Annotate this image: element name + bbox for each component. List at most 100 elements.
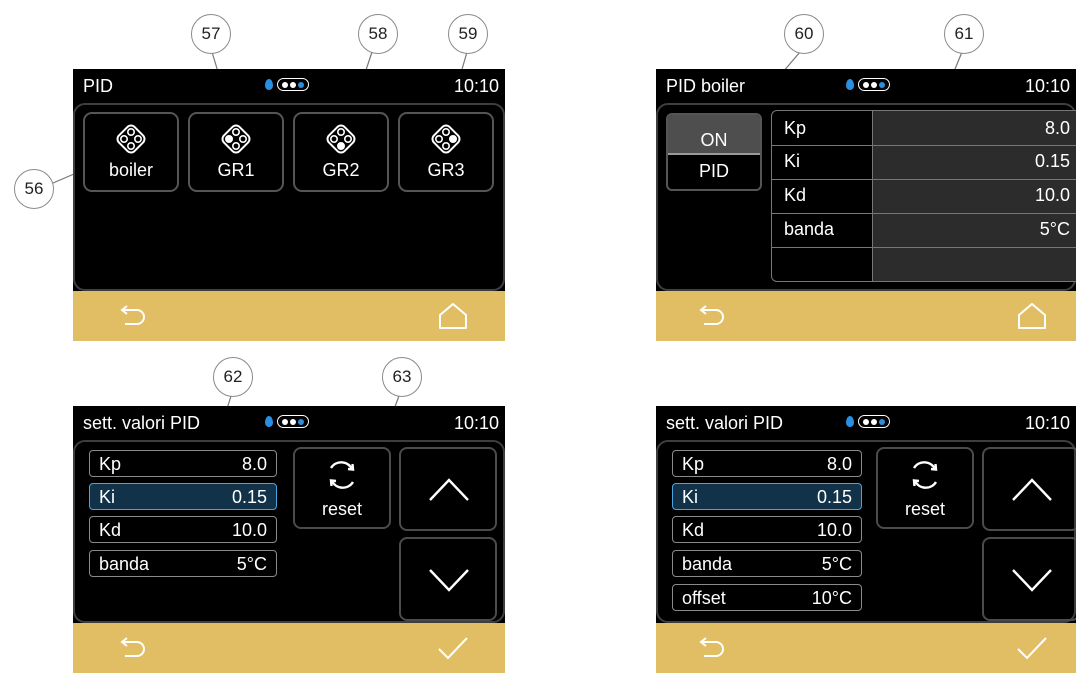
param-label: Kd (784, 185, 807, 205)
group2-icon (326, 124, 356, 154)
param-field-banda[interactable]: banda 5°C (672, 550, 862, 577)
content-area: Kp 8.0 Ki 0.15 Kd 10.0 banda 5°C offset … (656, 440, 1076, 623)
param-value: 10.0 (1034, 185, 1070, 205)
reset-icon (912, 461, 938, 489)
param-label: Ki (682, 487, 699, 507)
status-bar: sett. valori PID 10:10 (73, 406, 505, 440)
reset-label: reset (321, 499, 363, 519)
chevron-down-icon (429, 569, 469, 592)
status-indicator (846, 78, 890, 91)
pid-toggle[interactable]: ON PID (666, 113, 762, 191)
toggle-on-label: ON (700, 130, 728, 150)
param-field-banda[interactable]: banda 5°C (89, 550, 277, 577)
screen-pid-boiler: PID boiler 10:10 ON PID Kp 8.0 Ki 0.15 K… (656, 69, 1076, 341)
param-field-offset[interactable]: offset 10°C (672, 584, 862, 611)
param-value: 8.0 (241, 454, 267, 474)
reset-label: reset (904, 499, 946, 519)
param-label: Kp (784, 118, 807, 138)
reset-button[interactable]: reset (293, 447, 391, 529)
chevron-down-icon (1012, 569, 1052, 592)
group1-icon (221, 124, 251, 154)
tile-gr3[interactable]: GR3 (398, 112, 494, 192)
tile-label: GR1 (217, 160, 255, 180)
callout-59: 59 (448, 14, 488, 54)
table-row[interactable]: Kp 8.0 (772, 111, 1076, 146)
screen-title: sett. valori PID (83, 413, 201, 433)
tile-boiler[interactable]: boiler (83, 112, 179, 192)
boiler-icon (116, 124, 146, 154)
status-indicator (265, 415, 309, 428)
screen-title: PID (83, 76, 114, 96)
param-field-kp[interactable]: Kp 8.0 (672, 450, 862, 477)
drop-icon (846, 416, 854, 427)
param-value: 5°C (821, 554, 852, 574)
callout-56: 56 (14, 169, 54, 209)
screen-pid-settings: sett. valori PID 10:10 Kp 8.0 Ki 0.15 Kd… (73, 406, 505, 673)
content-area: ON PID Kp 8.0 Ki 0.15 Kd 10.0 banda 5°C (656, 103, 1076, 291)
param-field-ki[interactable]: Ki 0.15 (89, 483, 277, 510)
toggle-on-state[interactable]: ON (668, 115, 760, 153)
pid-param-table: Kp 8.0 Ki 0.15 Kd 10.0 banda 5°C (771, 110, 1076, 282)
reset-button[interactable]: reset (876, 447, 974, 529)
screen-title: sett. valori PID (666, 413, 784, 433)
reset-icon (329, 461, 355, 489)
table-row[interactable]: Ki 0.15 (772, 145, 1076, 180)
param-value: 10.0 (816, 520, 852, 540)
scroll-down-button[interactable] (982, 537, 1076, 621)
drop-icon (265, 416, 273, 427)
param-value: 0.15 (1034, 151, 1070, 171)
param-field-kp[interactable]: Kp 8.0 (89, 450, 277, 477)
param-value: 5°C (1039, 219, 1070, 239)
status-bar: PID 10:10 (73, 69, 505, 103)
clock: 10:10 (453, 413, 499, 433)
battery-indicator-icon (858, 415, 890, 428)
tile-label: GR2 (322, 160, 360, 180)
table-row[interactable]: banda 5°C (772, 213, 1076, 248)
tile-label: GR3 (427, 160, 465, 180)
param-value: 10°C (811, 588, 852, 608)
back-arrow-icon[interactable] (117, 305, 149, 329)
screen-pid-settings-offset: sett. valori PID 10:10 Kp 8.0 Ki 0.15 Kd… (656, 406, 1076, 673)
callout-63: 63 (382, 357, 422, 397)
back-arrow-icon[interactable] (117, 637, 149, 661)
back-arrow-icon[interactable] (696, 637, 728, 661)
home-icon[interactable] (437, 302, 469, 330)
status-indicator (265, 78, 309, 91)
check-icon[interactable] (437, 635, 469, 661)
param-field-kd[interactable]: Kd 10.0 (89, 516, 277, 543)
param-label: banda (99, 554, 150, 574)
param-field-ki[interactable]: Ki 0.15 (672, 483, 862, 510)
scroll-up-button[interactable] (399, 447, 497, 531)
scroll-up-button[interactable] (982, 447, 1076, 531)
table-row[interactable]: Kd 10.0 (772, 179, 1076, 214)
param-label: Kp (99, 454, 122, 474)
check-icon[interactable] (1016, 635, 1048, 661)
scroll-down-button[interactable] (399, 537, 497, 621)
param-label: Kd (99, 520, 122, 540)
callout-57: 57 (191, 14, 231, 54)
status-bar: sett. valori PID 10:10 (656, 406, 1076, 440)
clock: 10:10 (453, 76, 499, 96)
footer-bar (656, 623, 1076, 673)
param-value: 5°C (236, 554, 267, 574)
param-field-kd[interactable]: Kd 10.0 (672, 516, 862, 543)
param-label: banda (784, 219, 835, 239)
param-label: Kp (682, 454, 705, 474)
chevron-up-icon (429, 478, 469, 501)
tile-gr1[interactable]: GR1 (188, 112, 284, 192)
param-label: Ki (99, 487, 116, 507)
footer-bar (656, 291, 1076, 341)
battery-indicator-icon (277, 78, 309, 91)
param-label: Kd (682, 520, 705, 540)
home-icon[interactable] (1016, 302, 1048, 330)
param-label: banda (682, 554, 733, 574)
callout-60: 60 (784, 14, 824, 54)
clock: 10:10 (1024, 413, 1070, 433)
tile-gr2[interactable]: GR2 (293, 112, 389, 192)
drop-icon (846, 79, 854, 90)
toggle-pid-label: PID (698, 161, 729, 181)
back-arrow-icon[interactable] (696, 305, 728, 329)
param-label: offset (682, 588, 726, 608)
param-value: 0.15 (816, 487, 852, 507)
content-area: boiler GR1 GR2 GR3 (73, 103, 505, 291)
